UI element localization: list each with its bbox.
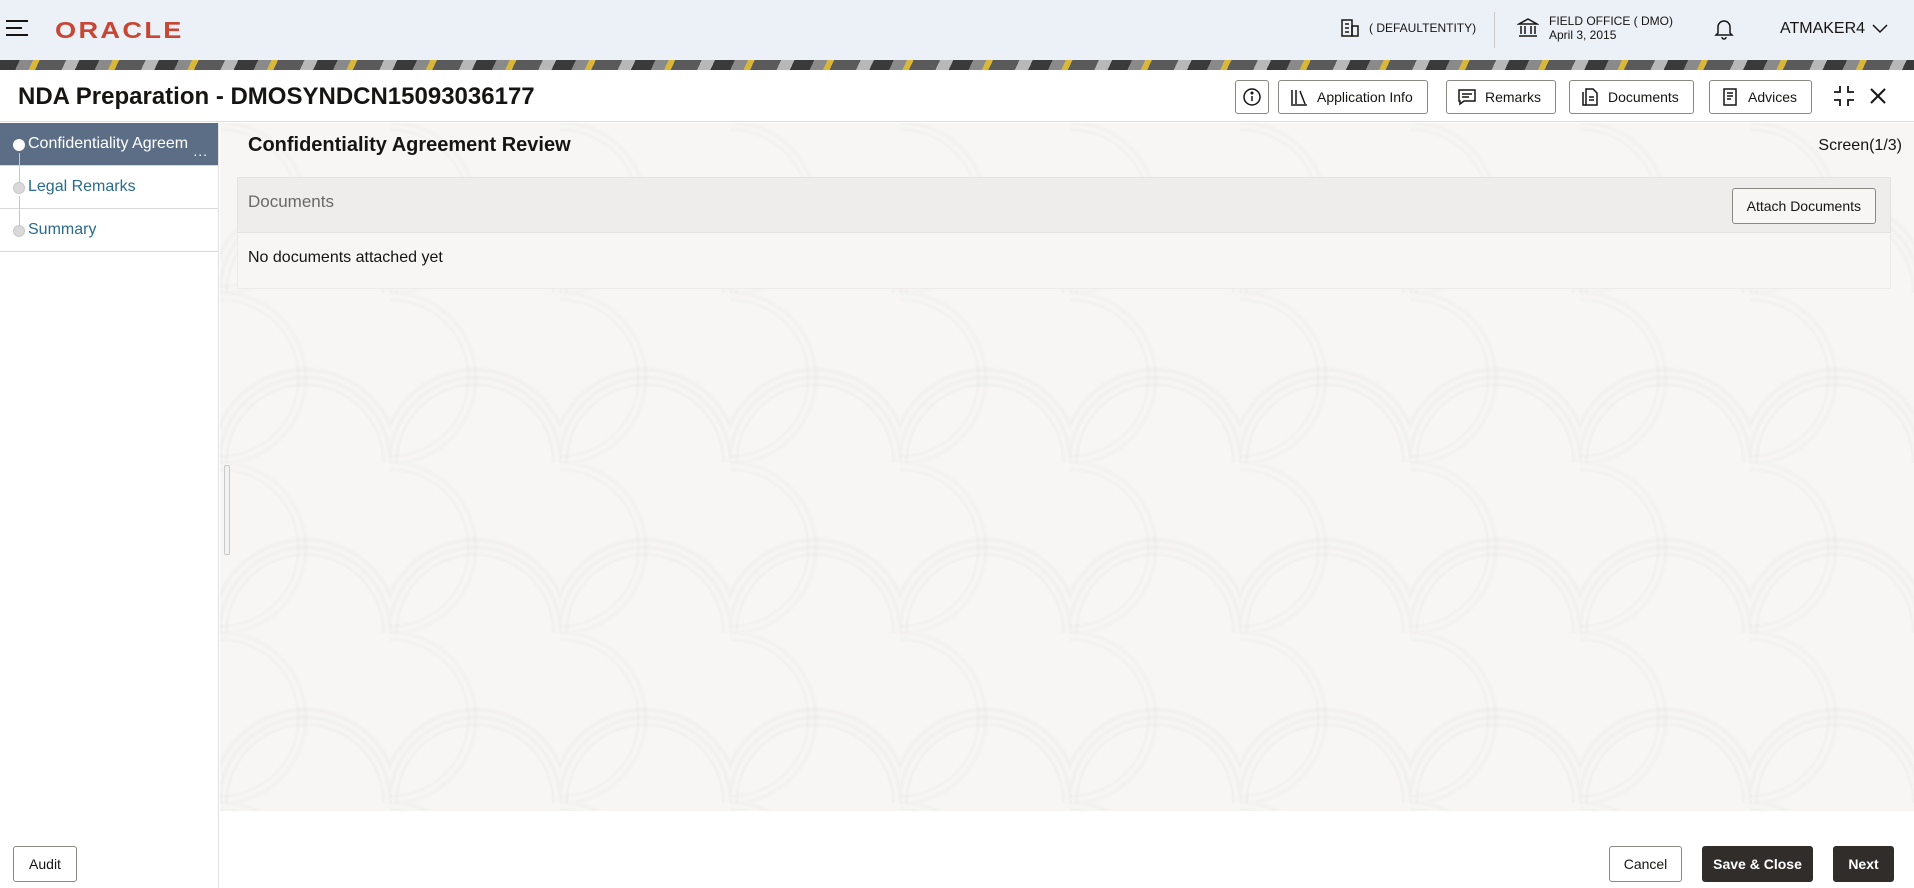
attach-documents-button[interactable]: Attach Documents xyxy=(1731,188,1876,224)
library-icon xyxy=(1291,90,1307,106)
cancel-button[interactable]: Cancel xyxy=(1609,846,1682,882)
close-icon[interactable] xyxy=(1868,86,1888,111)
office-name: FIELD OFFICE ( DMO) xyxy=(1549,14,1673,28)
nav-item-legal-remarks[interactable]: Legal Remarks xyxy=(0,166,218,226)
page-title: NDA Preparation - DMOSYNDCN15093036177 xyxy=(18,83,535,110)
bank-icon xyxy=(1517,18,1539,37)
step-navigation: Confidentiality Agreem ... Legal Remarks… xyxy=(0,123,219,888)
nav-item-summary[interactable]: Summary xyxy=(0,209,218,252)
next-button[interactable]: Next xyxy=(1833,846,1894,882)
nav-item-label: Legal Remarks xyxy=(28,178,136,195)
remarks-label: Remarks xyxy=(1485,89,1542,105)
hamburger-menu-icon[interactable] xyxy=(6,20,28,38)
info-button[interactable] xyxy=(1235,80,1269,114)
top-header: ORACLE ( DEFAULTENTITY) FIELD OFFICE ( D… xyxy=(0,0,1914,60)
window-title-bar: NDA Preparation - DMOSYNDCN15093036177 A… xyxy=(0,70,1914,122)
office-selector[interactable]: FIELD OFFICE ( DMO) April 3, 2015 xyxy=(1517,14,1673,42)
decorative-banner xyxy=(0,60,1914,70)
application-info-button[interactable]: Application Info xyxy=(1278,80,1428,114)
main-content: Confidentiality Agreement Review Screen(… xyxy=(220,123,1914,811)
panel-splitter-handle[interactable] xyxy=(224,465,230,555)
more-icon[interactable]: ... xyxy=(193,143,208,159)
task-window: NDA Preparation - DMOSYNDCN15093036177 A… xyxy=(0,70,1914,888)
office-date: April 3, 2015 xyxy=(1549,28,1617,42)
user-name: ATMAKER4 xyxy=(1780,20,1866,37)
advices-button[interactable]: Advices xyxy=(1709,80,1813,114)
header-divider xyxy=(1494,12,1495,48)
screen-counter: Screen(1/3) xyxy=(1818,137,1902,154)
audit-button[interactable]: Audit xyxy=(13,846,77,882)
minimize-icon[interactable] xyxy=(1832,84,1856,113)
entity-selector[interactable]: ( DEFAULTENTITY) xyxy=(1340,18,1476,38)
step-indicator xyxy=(13,225,25,237)
documents-label: Documents xyxy=(1608,89,1679,105)
advice-document-icon xyxy=(1723,88,1737,106)
step-indicator xyxy=(13,182,25,194)
documents-panel-header: Documents Attach Documents xyxy=(237,177,1891,233)
advices-label: Advices xyxy=(1748,89,1798,105)
chevron-down-icon xyxy=(1872,24,1888,34)
nav-item-label: Confidentiality Agreem xyxy=(28,135,189,152)
application-info-label: Application Info xyxy=(1317,89,1413,105)
nav-item-confidentiality-agreement[interactable]: Confidentiality Agreem ... xyxy=(0,123,218,183)
notification-bell-icon[interactable] xyxy=(1714,18,1734,45)
nav-item-label: Summary xyxy=(28,221,97,238)
document-icon xyxy=(1582,88,1598,106)
remarks-button[interactable]: Remarks xyxy=(1446,80,1557,114)
oracle-logo: ORACLE xyxy=(55,17,184,43)
empty-message: No documents attached yet xyxy=(248,249,443,266)
step-indicator xyxy=(13,139,25,151)
documents-empty-state: No documents attached yet xyxy=(237,233,1891,289)
documents-panel-title: Documents xyxy=(248,192,334,211)
building-icon xyxy=(1341,19,1359,37)
save-close-button[interactable]: Save & Close xyxy=(1702,846,1813,882)
comment-icon xyxy=(1458,89,1476,106)
section-title: Confidentiality Agreement Review xyxy=(248,134,571,156)
entity-label: ( DEFAULTENTITY) xyxy=(1369,21,1477,35)
documents-button[interactable]: Documents xyxy=(1569,80,1694,114)
info-icon xyxy=(1243,88,1261,106)
user-menu[interactable]: ATMAKER4 xyxy=(1780,20,1889,38)
